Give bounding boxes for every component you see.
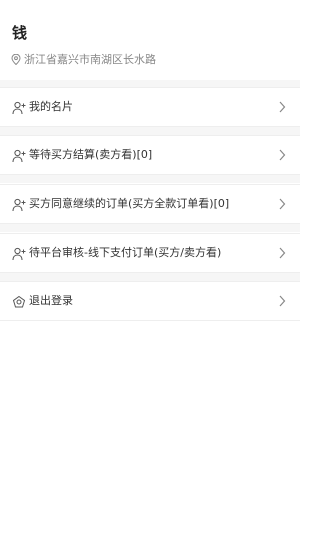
menu-item-label: 待平台审核-线下支付订单(买方/卖方看) bbox=[29, 246, 222, 259]
section-gap bbox=[0, 175, 300, 183]
section-gap bbox=[0, 224, 300, 232]
chevron-right-icon bbox=[279, 149, 286, 161]
menu-item-logout[interactable]: 退出登录 bbox=[0, 281, 300, 321]
menu-item-label: 等待买方结算(卖方看)[0] bbox=[29, 148, 153, 161]
menu-item-my-card[interactable]: 我的名片 bbox=[0, 87, 300, 127]
menu-item-label: 买方同意继续的订单(买方全款订单看)[0] bbox=[29, 197, 230, 210]
address-text: 浙江省嘉兴市南湖区长水路 bbox=[24, 53, 156, 66]
user-add-icon bbox=[12, 247, 26, 261]
user-add-icon bbox=[12, 149, 26, 163]
logout-icon bbox=[12, 295, 26, 308]
address-row: 浙江省嘉兴市南湖区长水路 bbox=[11, 51, 156, 67]
chevron-right-icon bbox=[279, 247, 286, 259]
section-gap bbox=[0, 127, 300, 135]
empty-area bbox=[0, 322, 300, 535]
chevron-right-icon bbox=[279, 198, 286, 210]
menu-item-label: 我的名片 bbox=[29, 100, 73, 113]
menu-item-offline-payment-review[interactable]: 待平台审核-线下支付订单(买方/卖方看) bbox=[0, 233, 300, 273]
user-add-icon bbox=[12, 198, 26, 212]
location-pin-icon bbox=[11, 53, 21, 65]
menu-item-awaiting-buyer-settlement[interactable]: 等待买方结算(卖方看)[0] bbox=[0, 135, 300, 175]
user-add-icon bbox=[12, 101, 26, 115]
chevron-right-icon bbox=[279, 295, 286, 307]
profile-header: 钱 浙江省嘉兴市南湖区长水路 bbox=[0, 0, 300, 80]
section-gap bbox=[0, 273, 300, 281]
menu-item-buyer-agreed-orders[interactable]: 买方同意继续的订单(买方全款订单看)[0] bbox=[0, 184, 300, 224]
menu-item-label: 退出登录 bbox=[29, 294, 73, 307]
chevron-right-icon bbox=[279, 101, 286, 113]
user-name: 钱 bbox=[12, 24, 28, 42]
